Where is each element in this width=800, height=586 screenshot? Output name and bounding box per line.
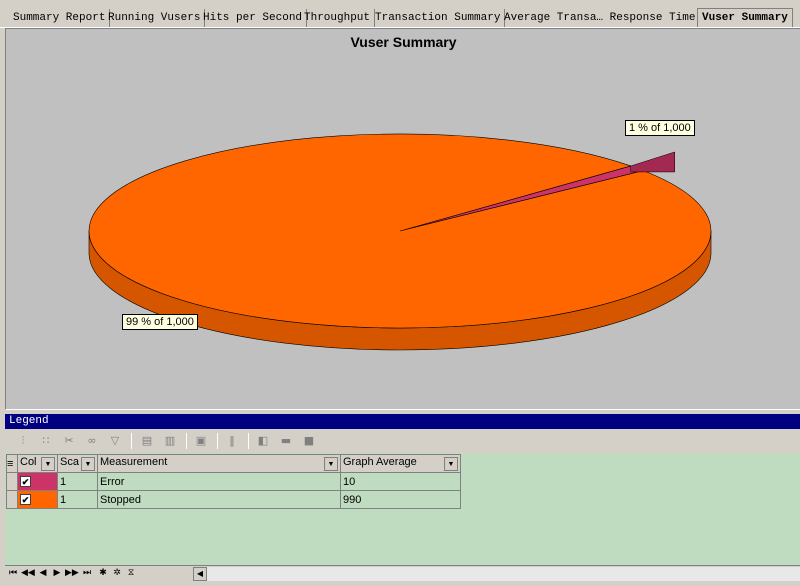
measurement-cell: Stopped <box>97 490 341 509</box>
checkbox[interactable]: ✔ <box>20 493 31 505</box>
split-icon[interactable]: ▬ <box>278 433 294 449</box>
row-selector[interactable] <box>6 472 18 491</box>
cut-icon[interactable]: ✂ <box>61 433 77 449</box>
measurement-cell: Error <box>97 472 341 491</box>
tab-throughput[interactable]: Throughput <box>300 9 376 27</box>
color-swatch[interactable]: ✔ <box>17 490 58 509</box>
column-header-color[interactable]: Col ▼ <box>17 454 58 473</box>
tab-hits-per-second[interactable]: Hits per Second <box>199 9 308 27</box>
columns-icon[interactable]: ‖ <box>224 433 240 449</box>
previous-record-icon[interactable]: ◀ <box>37 567 49 580</box>
pie-slice-stopped <box>88 133 712 329</box>
column-header-graph-average[interactable]: Graph Average ▼ <box>340 454 461 473</box>
scale-cell: 1 <box>57 472 98 491</box>
legend-toolbar: ⫶ ∷ ✂ ∞ ▽ ▤ ▥ ▣ ‖ ◧ ▬ ■ <box>5 430 800 452</box>
pie-slice-raised-error <box>630 151 675 173</box>
graph-average-cell: 10 <box>340 472 461 491</box>
column-label-graph-average: Graph Average <box>343 456 417 468</box>
legend-header-row: ≡ Col ▼ Sca ▼ Measurement ▼ Graph Average ▼ <box>6 454 461 473</box>
slice-label-stopped: 99 % of 1,000 <box>122 314 198 330</box>
tab-transaction-summary[interactable]: Transaction Summary <box>371 9 506 27</box>
horizontal-scrollbar[interactable]: ◀ <box>193 567 800 581</box>
color-swatch[interactable]: ✔ <box>17 472 58 491</box>
funnel-icon[interactable]: ▽ <box>107 433 123 449</box>
column-label-measurement: Measurement <box>100 456 168 468</box>
slice-label-error: 1 % of 1,000 <box>625 120 695 136</box>
left-icon[interactable]: ▤ <box>139 433 155 449</box>
new-record-alt-icon[interactable]: ✲ <box>111 567 123 580</box>
filter-icon[interactable]: ⫶ <box>15 433 31 449</box>
toolbar-separator <box>248 433 249 449</box>
box-icon[interactable]: ■ <box>301 433 317 449</box>
chevron-down-icon[interactable]: ▼ <box>41 457 55 471</box>
copy-icon[interactable]: ▣ <box>193 433 209 449</box>
column-header-measurement[interactable]: Measurement ▼ <box>97 454 341 473</box>
column-label-color: Col <box>20 456 37 468</box>
toolbar-separator <box>186 433 187 449</box>
toolbar-separator <box>217 433 218 449</box>
scale-cell: 1 <box>57 490 98 509</box>
new-record-icon[interactable]: ✱ <box>97 567 109 580</box>
right-icon[interactable]: ▥ <box>162 433 178 449</box>
row-selector-header[interactable]: ≡ <box>6 454 18 473</box>
last-record-icon[interactable]: ⏭ <box>81 567 93 580</box>
graph-average-cell: 990 <box>340 490 461 509</box>
column-label-scale: Sca <box>60 456 79 468</box>
legend-table: ≡ Col ▼ Sca ▼ Measurement ▼ Graph Average ▼ … <box>6 454 461 509</box>
filter-icon[interactable]: ⧖ <box>125 567 137 580</box>
next-record-icon[interactable]: ▶ <box>51 567 63 580</box>
tab-average-transaction-response-time[interactable]: Average Transa… Response Time <box>500 9 699 27</box>
merge-icon[interactable]: ◧ <box>255 433 271 449</box>
legend-header: Legend <box>5 414 800 429</box>
table-row[interactable]: ✔ 1 Stopped 990 <box>6 490 461 509</box>
group-icon[interactable]: ∷ <box>38 433 54 449</box>
pie-chart <box>88 133 712 351</box>
next-page-icon[interactable]: ▶▶ <box>65 567 79 580</box>
link-icon[interactable]: ∞ <box>84 433 100 449</box>
tab-running-vusers[interactable]: Running Vusers <box>104 9 206 27</box>
tab-summary-report[interactable]: Summary Report <box>9 9 111 27</box>
column-header-scale[interactable]: Sca ▼ <box>57 454 98 473</box>
chevron-down-icon[interactable]: ▼ <box>81 457 95 471</box>
chart-area: Vuser Summary 1 % of 1,000 99 % of 1,000 <box>5 28 800 410</box>
checkbox[interactable]: ✔ <box>20 475 31 487</box>
row-selector[interactable] <box>6 490 18 509</box>
chevron-down-icon[interactable]: ▼ <box>444 457 458 471</box>
first-record-icon[interactable]: ⏮ <box>7 567 19 580</box>
tab-vuser-summary[interactable]: Vuser Summary <box>697 8 793 27</box>
previous-page-icon[interactable]: ◀◀ <box>21 567 35 580</box>
tab-bar: Summary Report Running Vusers Hits per S… <box>0 0 800 28</box>
record-navigator: ⏮ ◀◀ ◀ ▶ ▶▶ ⏭ ✱ ✲ ⧖ ◀ <box>5 565 800 581</box>
chevron-down-icon[interactable]: ▼ <box>324 457 338 471</box>
scroll-left-icon[interactable]: ◀ <box>193 567 207 581</box>
table-row[interactable]: ✔ 1 Error 10 <box>6 472 461 491</box>
legend-grid: ≡ Col ▼ Sca ▼ Measurement ▼ Graph Average ▼ … <box>5 453 800 565</box>
toolbar-separator <box>131 433 132 449</box>
